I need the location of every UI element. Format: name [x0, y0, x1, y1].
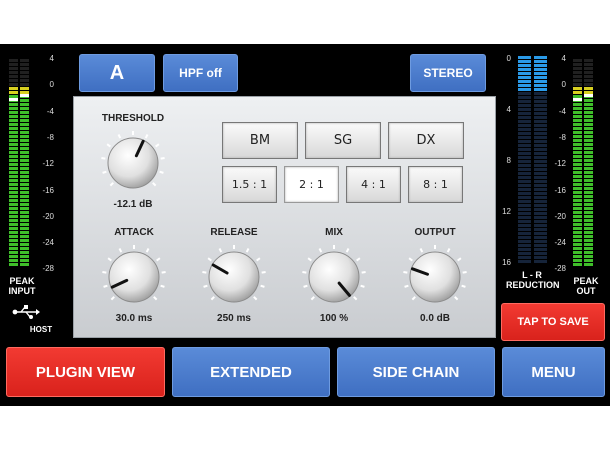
scale-tick-label: -12	[42, 159, 54, 169]
reduction-label: L - R REDUCTION	[506, 270, 560, 290]
ratio-8-label: 8 : 1	[423, 178, 448, 191]
menu-button[interactable]: MENU	[502, 347, 605, 397]
scale-tick-label: 4	[506, 105, 511, 114]
input-label: INPUT	[8, 286, 36, 296]
lr-label: L - R	[522, 270, 542, 280]
attack-label: ATTACK	[114, 227, 154, 238]
peak-out-label: PEAK OUT	[566, 276, 606, 296]
scale-tick-label: 4	[49, 54, 54, 63]
extended-button[interactable]: EXTENDED	[172, 347, 330, 397]
threshold-label: THRESHOLD	[101, 113, 165, 124]
peak-out-label-1: PEAK	[573, 276, 599, 286]
release-value: 250 ms	[217, 313, 251, 324]
scale-tick-label: 8	[506, 156, 511, 165]
menu-label: MENU	[531, 363, 576, 381]
scale-tick-label: 12	[502, 207, 511, 216]
scale-tick-label: -4	[46, 106, 54, 116]
ratio-4-label: 4 : 1	[361, 178, 386, 191]
hpf-button[interactable]: HPF off	[163, 54, 238, 92]
threshold-value: -12.1 dB	[113, 199, 153, 210]
ratio-button-4[interactable]: 4 : 1	[346, 166, 401, 203]
plugin-view-button[interactable]: PLUGIN VIEW	[6, 347, 165, 397]
mode-sg-label: SG	[333, 133, 353, 148]
scale-tick-label: 0	[506, 54, 511, 63]
peak-label-1: PEAK	[9, 276, 35, 286]
scale-tick-label: -4	[558, 106, 566, 116]
scale-tick-label: 0	[561, 80, 566, 90]
scale-tick-label: -20	[42, 211, 54, 221]
mix-value: 100 %	[319, 313, 349, 324]
scale-tick-label: -16	[42, 185, 54, 195]
scale-tick-label: -24	[42, 238, 54, 248]
attack-knob[interactable]	[99, 244, 169, 310]
threshold-knob[interactable]	[98, 130, 168, 196]
mode-button-sg[interactable]: SG	[305, 122, 381, 159]
scale-tick-label: -24	[554, 238, 566, 248]
tap-to-save-button[interactable]: TAP TO SAVE	[501, 303, 605, 341]
preset-a-label: A	[109, 61, 125, 84]
scale-tick-label: -28	[42, 264, 54, 274]
reduction-word-label: REDUCTION	[506, 280, 560, 290]
ratio-button-2[interactable]: 2 : 1	[284, 166, 339, 203]
ratio-button-8[interactable]: 8 : 1	[408, 166, 463, 203]
release-label: RELEASE	[210, 227, 258, 238]
host-label: HOST	[29, 325, 53, 334]
output-value: 0.0 dB	[419, 313, 450, 324]
scale-tick-label: -8	[558, 132, 566, 142]
hpf-label: HPF off	[179, 66, 222, 80]
preset-a-button[interactable]: A	[79, 54, 155, 92]
side-chain-button[interactable]: SIDE CHAIN	[337, 347, 495, 397]
scale-tick-label: 4	[561, 54, 566, 63]
ratio-button-1-5[interactable]: 1.5 : 1	[222, 166, 277, 203]
ratio-2-label: 2 : 1	[299, 178, 324, 191]
out-label: OUT	[576, 286, 596, 296]
output-label: OUTPUT	[414, 227, 456, 238]
extended-label: EXTENDED	[210, 363, 292, 381]
stereo-label: STEREO	[423, 66, 473, 80]
mode-button-dx[interactable]: DX	[388, 122, 464, 159]
release-knob[interactable]	[199, 244, 269, 310]
mode-button-bm[interactable]: BM	[222, 122, 298, 159]
mix-knob[interactable]	[299, 244, 369, 310]
plugin-view-label: PLUGIN VIEW	[35, 363, 136, 381]
attack-value: 30.0 ms	[115, 313, 153, 324]
peak-input-label: PEAK INPUT	[2, 276, 42, 296]
mix-label: MIX	[325, 227, 343, 238]
scale-tick-label: -16	[554, 185, 566, 195]
mode-bm-label: BM	[249, 133, 271, 148]
scale-tick-label: 0	[49, 80, 54, 90]
usb-icon	[12, 305, 40, 319]
side-chain-label: SIDE CHAIN	[372, 363, 460, 381]
scale-tick-label: -8	[46, 132, 54, 142]
scale-tick-label: 16	[502, 258, 511, 267]
output-knob[interactable]	[400, 244, 470, 310]
mode-dx-label: DX	[416, 133, 436, 148]
stereo-button[interactable]: STEREO	[410, 54, 486, 92]
peak-out-meter	[573, 59, 593, 266]
tap-to-save-label: TAP TO SAVE	[517, 316, 589, 328]
ratio-1-5-label: 1.5 : 1	[231, 178, 268, 191]
scale-tick-label: -20	[554, 211, 566, 221]
scale-tick-label: -12	[554, 159, 566, 169]
